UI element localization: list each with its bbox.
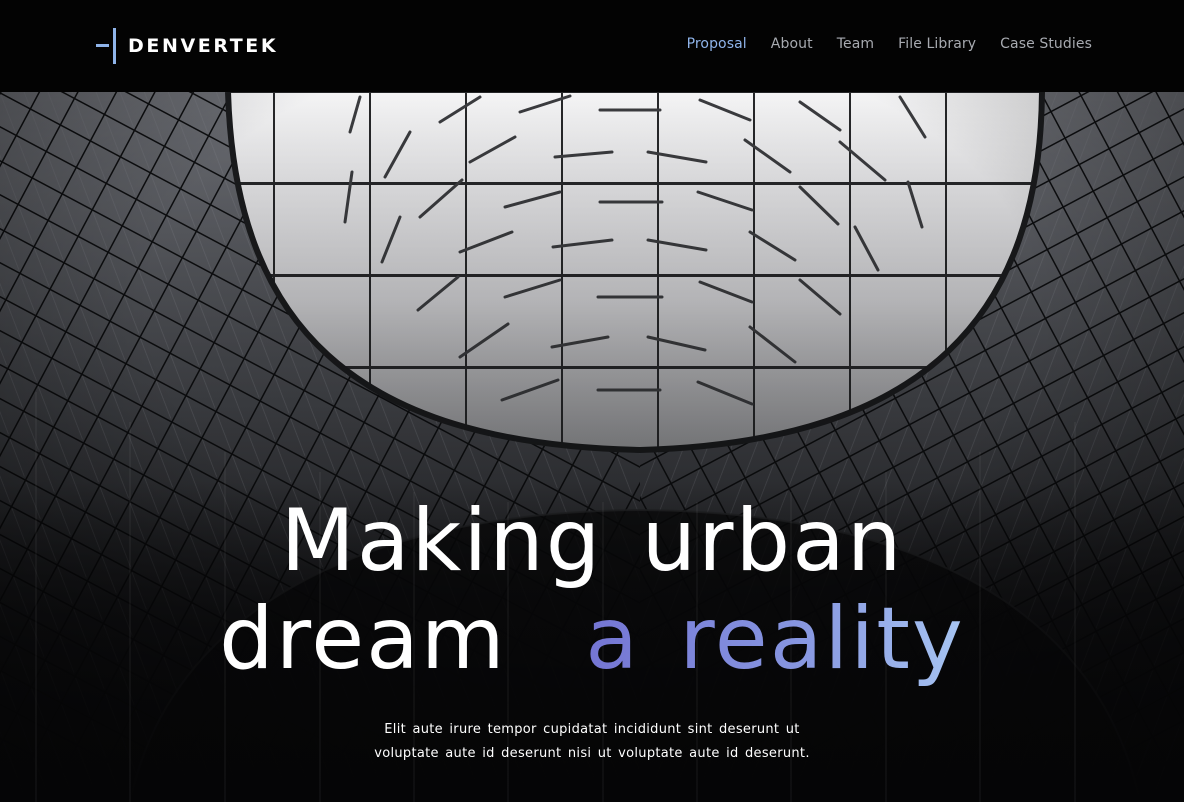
headline-line-2: dream a reality [0,590,1184,688]
nav-item-proposal[interactable]: Proposal [687,36,747,52]
hero-headline: Making urban dream a reality [0,492,1184,688]
hero-background-image [0,92,1184,802]
main-nav: Proposal About Team File Library Case St… [687,36,1092,52]
subtext-line-2: voluptate aute id deserunt nisi ut volup… [374,746,810,761]
site-header: DENVERTEK Proposal About Team File Libra… [0,0,1184,92]
nav-item-file-library[interactable]: File Library [898,36,976,52]
brand-logo[interactable]: DENVERTEK [96,28,278,64]
hero-subtext: Elit aute irure tempor cupidatat incidid… [0,718,1184,766]
subtext-line-1: Elit aute irure tempor cupidatat incidid… [384,722,800,737]
brand-name: DENVERTEK [128,35,279,57]
nav-item-about[interactable]: About [771,36,813,52]
landing-page: DENVERTEK Proposal About Team File Libra… [0,0,1184,802]
headline-line-1: Making urban [280,491,904,591]
nav-item-team[interactable]: Team [837,36,874,52]
logo-cross-icon [96,28,120,64]
nav-item-case-studies[interactable]: Case Studies [1000,36,1092,52]
headline-accent-text: a reality [585,589,965,689]
headline-line-2-start: dream [219,589,507,689]
